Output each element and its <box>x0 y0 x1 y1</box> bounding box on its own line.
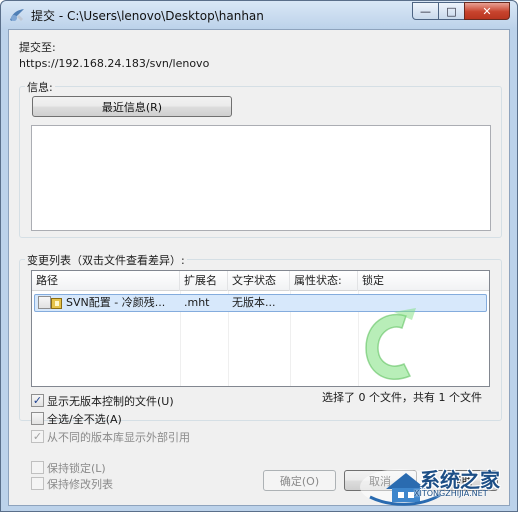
cell-text-status: 无版本... <box>232 296 276 309</box>
keep-changelists-label: 保持修改列表 <box>47 478 113 491</box>
keep-locks-checkbox[interactable] <box>31 461 44 474</box>
cell-extension: .mht <box>184 296 210 309</box>
commit-dialog-window: 提交 - C:\Users\lenovo\Desktop\hanhan — □ … <box>0 0 518 512</box>
keep-locks-label: 保持锁定(L) <box>47 462 106 475</box>
minimize-button[interactable]: — <box>412 2 439 20</box>
watermark-url: XITONGZHIJIA.NET <box>414 489 488 498</box>
commit-to-label: 提交至: <box>19 41 56 54</box>
column-property-status[interactable]: 属性状态: <box>290 271 358 291</box>
title-bar[interactable]: 提交 - C:\Users\lenovo\Desktop\hanhan — □ … <box>1 1 517 29</box>
show-externals-label: 从不同的版本库显示外部引用 <box>47 431 190 444</box>
show-unversioned-label[interactable]: 显示无版本控制的文件(U) <box>47 393 174 409</box>
changes-group-label: 变更列表（双击文件查看差异）: <box>25 252 187 268</box>
column-text-status[interactable]: 文字状态 <box>228 271 290 291</box>
selection-summary: 选择了 0 个文件，共有 1 个文件 <box>322 391 482 404</box>
list-header: 路径 扩展名 文字状态 属性状态: 锁定 <box>32 271 489 291</box>
keep-changelists-checkbox[interactable] <box>31 477 44 490</box>
row-checkbox[interactable] <box>38 296 51 309</box>
file-icon <box>51 298 62 309</box>
watermark-c-logo <box>365 308 416 381</box>
show-unversioned-checkbox[interactable]: ✓ <box>31 394 44 407</box>
select-all-label[interactable]: 全选/全不选(A) <box>47 411 122 427</box>
select-all-checkbox[interactable] <box>31 412 44 425</box>
window-title: 提交 - C:\Users\lenovo\Desktop\hanhan <box>31 9 264 23</box>
show-externals-checkbox[interactable]: ✓ <box>31 430 44 443</box>
recent-messages-button[interactable]: 最近信息(R) <box>32 96 232 117</box>
repository-url: https://192.168.24.183/svn/lenovo <box>19 57 210 70</box>
cell-path: SVN配置 - 冷颜残... <box>66 296 166 309</box>
message-group-label: 信息: <box>25 79 55 95</box>
column-extension[interactable]: 扩展名 <box>180 271 228 291</box>
dialog-body: 提交至: https://192.168.24.183/svn/lenovo 信… <box>8 29 510 506</box>
message-textarea[interactable] <box>31 125 491 231</box>
ok-button[interactable]: 确定(O) <box>263 470 336 491</box>
column-lock[interactable]: 锁定 <box>358 271 489 291</box>
close-button[interactable]: ✕ <box>464 2 510 20</box>
maximize-button[interactable]: □ <box>438 2 465 20</box>
tortoise-svn-icon <box>10 9 24 21</box>
column-path[interactable]: 路径 <box>32 271 180 291</box>
